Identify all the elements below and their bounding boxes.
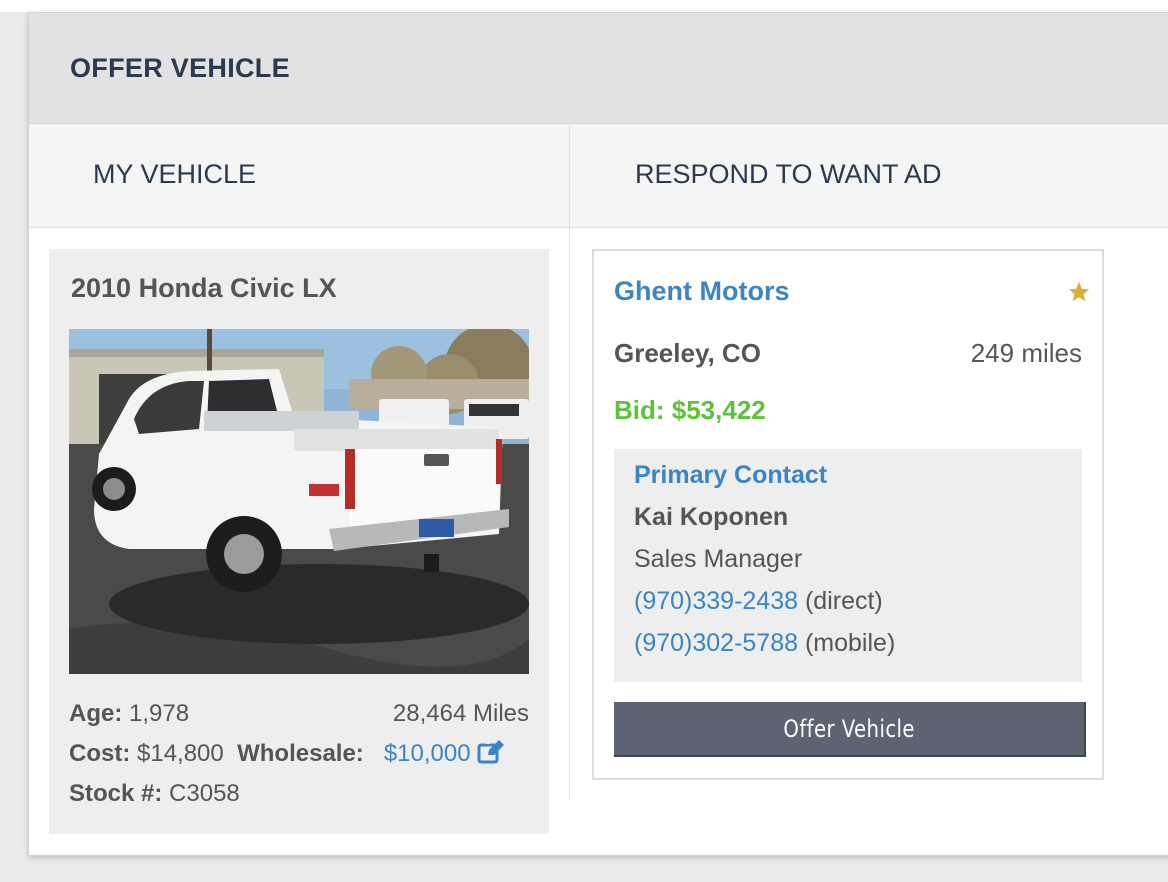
vehicle-card: 2010 Honda Civic LX Age: 1,978 28,464 Mi…: [49, 249, 549, 834]
tab-respond-label: RESPOND TO WANT AD: [635, 159, 942, 189]
offer-vehicle-button-label: Offer Vehicle: [783, 714, 915, 743]
tab-bar: MY VEHICLE RESPOND TO WANT AD: [29, 124, 1168, 228]
stock-value: C3058: [169, 780, 240, 807]
contact-role: Sales Manager: [634, 545, 803, 573]
stock-label: Stock #:: [69, 780, 163, 807]
cost-value: $14,800: [137, 740, 224, 767]
contact-name: Kai Koponen: [634, 503, 789, 531]
phone-direct-type: (direct): [804, 587, 883, 615]
edit-icon[interactable]: [477, 740, 505, 771]
phone-mobile-link[interactable]: (970)302-5788: [634, 629, 798, 657]
tab-my-vehicle-label: MY VEHICLE: [93, 159, 257, 189]
modal-title: OFFER VEHICLE: [70, 53, 290, 83]
page-top-strip: [0, 0, 1168, 12]
phone-direct-link[interactable]: (970)339-2438: [634, 587, 798, 615]
wholesale-value[interactable]: $10,000: [384, 740, 471, 767]
modal-header: OFFER VEHICLE: [29, 13, 1168, 124]
wholesale-label: Wholesale:: [237, 740, 364, 767]
cost-label: Cost:: [69, 740, 131, 767]
dealer-location: Greeley, CO: [614, 338, 761, 368]
column-divider: [569, 228, 570, 800]
dealer-card: Ghent Motors Greeley, CO 249 miles Bid: …: [592, 249, 1104, 780]
vehicle-age: Age: 1,978: [69, 700, 189, 728]
contact-phone-direct: (970)339-2438 (direct): [634, 587, 883, 616]
star-icon[interactable]: [1068, 281, 1090, 307]
contact-phone-mobile: (970)302-5788 (mobile): [634, 629, 895, 658]
tab-respond-to-want-ad[interactable]: RESPOND TO WANT AD: [570, 124, 1168, 227]
dealer-name[interactable]: Ghent Motors: [614, 276, 790, 307]
age-value: 1,978: [129, 700, 190, 727]
offer-vehicle-button[interactable]: Offer Vehicle: [614, 702, 1086, 757]
age-label: Age:: [69, 700, 123, 727]
vehicle-photo: [69, 329, 529, 674]
tab-my-vehicle[interactable]: MY VEHICLE: [29, 124, 570, 227]
offer-vehicle-modal: OFFER VEHICLE MY VEHICLE RESPOND TO WANT…: [28, 12, 1168, 856]
dealer-bid: Bid: $53,422: [614, 395, 766, 425]
phone-mobile-type: (mobile): [804, 629, 896, 657]
vehicle-miles: 28,464 Miles: [392, 700, 529, 727]
contact-heading: Primary Contact: [634, 461, 828, 489]
vehicle-title: 2010 Honda Civic LX: [71, 273, 337, 303]
dealer-distance: 249 miles: [970, 338, 1082, 368]
primary-contact-box: Primary Contact Kai Koponen Sales Manage…: [614, 449, 1082, 682]
vehicle-cost-row: Cost: $14,800 Wholesale: $10,000: [69, 740, 505, 771]
vehicle-stock: Stock #: C3058: [69, 780, 240, 808]
